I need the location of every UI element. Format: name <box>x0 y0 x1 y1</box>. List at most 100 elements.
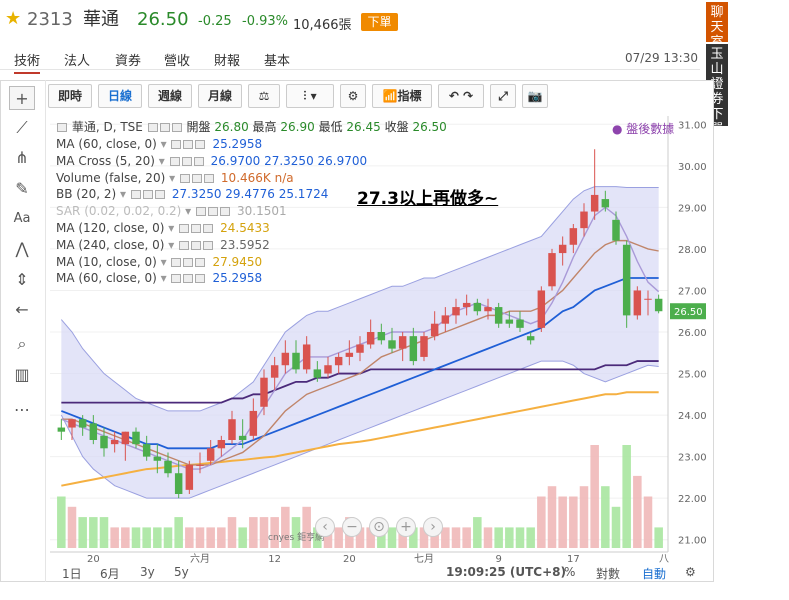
legend-row-label: MA (120, close, 0) <box>56 221 165 235</box>
pattern-icon[interactable]: ⋀ <box>9 237 35 261</box>
tab-basics[interactable]: 基本 <box>264 50 290 69</box>
tab-technical[interactable]: 技術 <box>14 50 41 74</box>
legend-row-value: 25.2958 <box>212 137 263 151</box>
order-button[interactable]: 下單 <box>361 13 398 31</box>
legend-row: MA (10, close, 0) ▾ 27.9450 <box>56 254 262 270</box>
drawing-toolbar: + ⟋ ⋔ ✎ Aa ⋀ ⇕ ← ⌕ ▥ ⋯ <box>0 80 46 582</box>
reset-zoom-icon[interactable]: ⊙ <box>369 517 389 537</box>
range-3y[interactable]: 3y <box>140 565 155 579</box>
log-scale-toggle[interactable]: 對數 <box>596 565 620 582</box>
legend-row-label: MA (60, close, 0) <box>56 271 157 286</box>
legend-close-icon[interactable] <box>220 207 230 217</box>
fork-icon[interactable]: ⋔ <box>9 146 35 170</box>
legend-close-icon[interactable] <box>154 190 165 200</box>
chevron-down-icon[interactable]: ▾ <box>116 187 130 201</box>
legend-row: MA (240, close, 0) ▾ 23.5952 <box>56 237 270 253</box>
legend-close-icon[interactable] <box>203 240 214 250</box>
range-5y[interactable]: 5y <box>174 565 189 579</box>
candle-style-icon[interactable]: ⫶ ▾ <box>286 84 334 108</box>
legend-settings-icon[interactable] <box>208 207 218 217</box>
legend-visibility-icon[interactable] <box>171 274 182 284</box>
arrow-left-icon[interactable]: ← <box>9 298 35 322</box>
legend-visibility-icon[interactable] <box>196 207 206 217</box>
legend-visibility-icon[interactable] <box>169 156 180 166</box>
period-intraday-button[interactable]: 即時 <box>48 84 92 108</box>
legend-settings-icon[interactable] <box>183 257 194 267</box>
zoom-icon[interactable]: ⌕ <box>9 332 35 356</box>
stock-code: 2313 <box>27 9 73 30</box>
legend-visibility-icon[interactable] <box>171 140 182 149</box>
legend-close-icon[interactable] <box>203 173 214 183</box>
tab-institutional[interactable]: 法人 <box>64 50 90 69</box>
legend-settings-icon[interactable] <box>159 123 170 132</box>
period-daily-button[interactable]: 日線 <box>98 84 142 108</box>
legend-settings-icon[interactable] <box>181 156 192 166</box>
legend-settings-icon[interactable] <box>191 173 202 183</box>
legend-settings-icon[interactable] <box>142 190 153 200</box>
quote-header: ★ 2313 華通 26.50 -0.25 -0.93% 10,466張 下單 <box>0 0 700 44</box>
legend-visibility-icon[interactable] <box>179 173 190 183</box>
trendline-icon[interactable]: ⟋ <box>9 116 35 140</box>
fullscreen-icon[interactable]: ⤢ <box>490 84 516 108</box>
legend-row-label: SAR (0.02, 0.02, 0.2) <box>56 204 182 219</box>
legend-main-label: 華通, D, TSE <box>71 120 143 134</box>
compare-scale-icon[interactable]: ⚖ <box>248 84 280 108</box>
chevron-down-icon[interactable]: ▾ <box>155 154 169 168</box>
legend-settings-icon[interactable] <box>183 274 194 284</box>
chevron-down-icon[interactable]: ▾ <box>164 238 178 252</box>
period-monthly-button[interactable]: 月線 <box>198 84 242 108</box>
chevron-down-icon[interactable]: ▾ <box>164 221 178 235</box>
chevron-down-icon[interactable]: ▾ <box>181 204 195 218</box>
legend-low: 26.45 <box>346 120 381 134</box>
legend-visibility-icon[interactable] <box>130 190 141 200</box>
price-change: -0.25 <box>198 14 232 29</box>
camera-icon[interactable]: 📷 <box>522 84 548 108</box>
indicators-label: 指標 <box>397 89 422 103</box>
legend-settings-icon[interactable] <box>191 224 202 233</box>
legend-settings-icon[interactable] <box>191 240 202 250</box>
tab-revenue[interactable]: 營收 <box>164 50 190 69</box>
range-6m[interactable]: 6月 <box>100 565 120 582</box>
tab-financials[interactable]: 財報 <box>214 50 240 69</box>
indicators-button[interactable]: 📶指標 <box>372 84 432 108</box>
scroll-right-icon[interactable]: › <box>423 517 443 537</box>
tab-margin[interactable]: 資券 <box>115 50 141 69</box>
legend-close-icon[interactable] <box>195 257 206 267</box>
chevron-down-icon[interactable]: ▾ <box>165 171 179 185</box>
legend-close-icon[interactable] <box>195 274 206 284</box>
brush-icon[interactable]: ✎ <box>9 177 35 201</box>
chart-settings-icon[interactable]: ⚙ <box>685 565 696 579</box>
legend-settings-icon[interactable] <box>183 140 194 149</box>
zoom-in-icon[interactable]: + <box>396 517 416 537</box>
legend-close-icon[interactable] <box>203 224 214 233</box>
settings-gear-icon[interactable]: ⚙ <box>340 84 366 108</box>
legend-close-icon[interactable] <box>193 156 204 166</box>
legend-close-icon[interactable] <box>195 140 206 149</box>
legend-toggle-icon[interactable] <box>57 123 67 132</box>
chevron-down-icon[interactable]: ▾ <box>157 255 171 269</box>
legend-visibility-icon[interactable] <box>171 257 182 267</box>
post-market-link[interactable]: ● 盤後數據 <box>612 120 674 137</box>
chevron-down-icon[interactable]: ▾ <box>157 137 171 151</box>
more-icon[interactable]: ⋯ <box>9 398 35 422</box>
legend-visibility-icon[interactable] <box>179 224 190 233</box>
text-icon[interactable]: Aa <box>9 207 35 231</box>
measure-icon[interactable]: ⇕ <box>9 268 35 292</box>
range-1d[interactable]: 1日 <box>62 565 82 582</box>
auto-scale-toggle[interactable]: 自動 <box>642 565 666 582</box>
legend-visibility-icon[interactable] <box>147 123 158 132</box>
pct-scale-toggle[interactable]: % <box>564 565 575 579</box>
legend-row: Volume (false, 20) ▾ 10.466K n/a <box>56 170 294 186</box>
legend-row: SAR (0.02, 0.02, 0.2) ▾ 30.1501 <box>56 203 287 219</box>
legend-visibility-icon[interactable] <box>179 240 190 250</box>
undo-redo-icon[interactable]: ↶ ↷ <box>438 84 484 108</box>
scroll-left-icon[interactable]: ‹ <box>315 517 335 537</box>
legend-close-icon[interactable] <box>171 123 182 132</box>
chat-room-button[interactable]: 聊天室 <box>706 2 728 50</box>
period-weekly-button[interactable]: 週線 <box>148 84 192 108</box>
chevron-down-icon[interactable]: ▾ <box>157 271 171 285</box>
favorite-star-icon[interactable]: ★ <box>5 10 21 28</box>
zoom-out-icon[interactable]: − <box>342 517 362 537</box>
crosshair-icon[interactable]: + <box>9 86 35 110</box>
ruler-icon[interactable]: ▥ <box>9 363 35 387</box>
